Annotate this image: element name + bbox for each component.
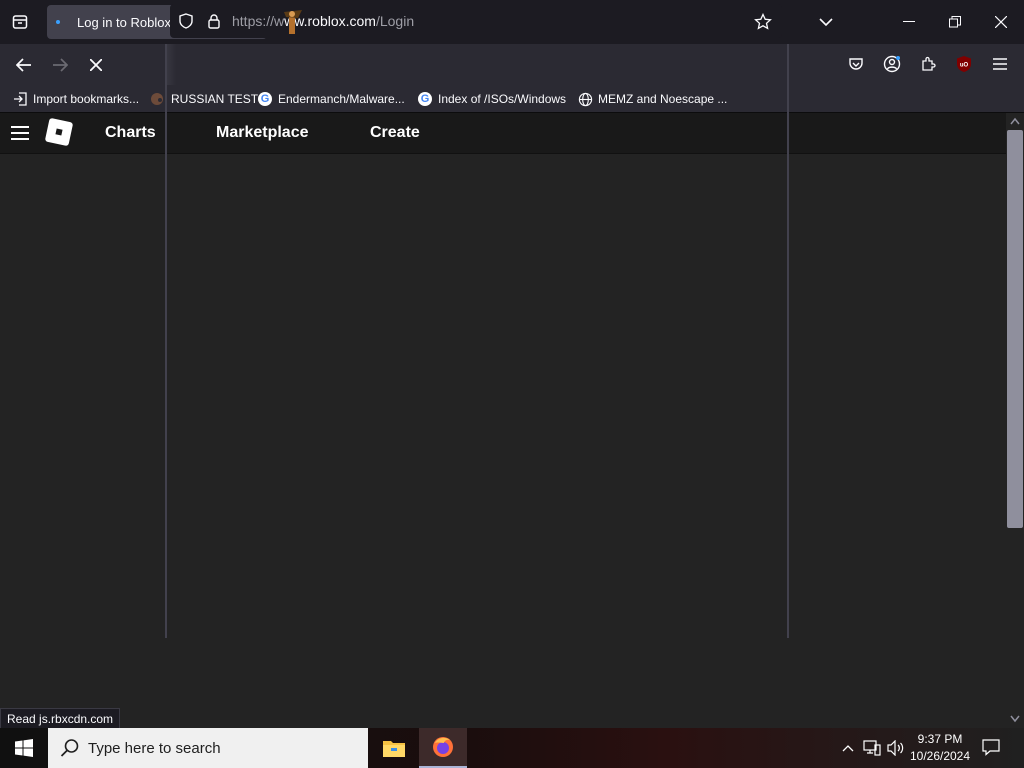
search-icon — [60, 738, 80, 758]
svg-text:uO: uO — [960, 63, 969, 69]
navigation-toolbar — [0, 44, 1024, 85]
ublock-origin-icon[interactable]: uO — [954, 54, 974, 74]
firefox-taskbar-icon[interactable] — [419, 728, 467, 768]
nav-charts[interactable]: Charts — [105, 124, 156, 142]
volume-icon[interactable] — [886, 738, 906, 758]
bookmark-import[interactable]: Import bookmarks... — [12, 90, 139, 108]
roblox-logo-icon[interactable] — [44, 117, 74, 147]
notification-center-icon[interactable] — [982, 738, 1002, 758]
page-content: Charts Marketplace Create — [0, 113, 1006, 728]
bookmark-label: Endermanch/Malware... — [278, 92, 405, 106]
chevron-down-icon[interactable] — [816, 12, 836, 32]
google-icon: G — [417, 91, 433, 107]
bookmark-memz[interactable]: MEMZ and Noescape ... — [577, 90, 727, 108]
bookmark-label: Index of /ISOs/Windows — [438, 92, 567, 106]
back-arrow-icon[interactable] — [10, 51, 38, 79]
bookmark-label: Import bookmarks... — [33, 92, 140, 106]
google-icon: G — [257, 91, 273, 107]
status-text: Read js.rbxcdn.com — [0, 708, 121, 730]
taskbar-search-input[interactable]: Type here to search — [48, 728, 368, 768]
extensions-puzzle-icon[interactable] — [918, 54, 938, 74]
bookmark-label: RUSSIAN TEST — [171, 92, 259, 106]
restore-icon[interactable] — [932, 8, 978, 36]
scroll-up-icon[interactable] — [1009, 116, 1021, 126]
windows-start-icon[interactable] — [0, 728, 48, 768]
bookmark-star-icon[interactable] — [754, 13, 772, 31]
scroll-down-icon[interactable] — [1009, 714, 1021, 724]
list-all-tabs-icon[interactable] — [8, 10, 32, 34]
network-icon[interactable] — [862, 738, 882, 758]
url-text[interactable]: https://www.roblox.com/Login — [232, 13, 414, 29]
forward-arrow-icon[interactable] — [46, 51, 74, 79]
shield-icon[interactable] — [178, 13, 194, 29]
bookmark-label: MEMZ and Noescape ... — [598, 92, 728, 106]
bookmark-russian-test[interactable]: RUSSIAN TEST — [150, 90, 258, 108]
cursor-sprite-icon — [280, 8, 306, 36]
scrollbar-thumb[interactable] — [1007, 130, 1023, 528]
globe-icon — [577, 91, 593, 107]
roblox-header: Charts Marketplace Create — [0, 113, 1006, 154]
nav-create[interactable]: Create — [370, 124, 420, 142]
url-path: /Login — [375, 13, 415, 29]
file-explorer-icon[interactable] — [370, 728, 418, 768]
stop-loading-icon[interactable] — [82, 51, 110, 79]
clock-time: 9:37 PM — [917, 732, 963, 746]
url-prefix: https:// — [232, 13, 275, 29]
import-icon — [12, 91, 28, 107]
lock-icon[interactable] — [206, 13, 222, 29]
pig-icon — [150, 91, 166, 107]
roblox-menu-icon[interactable] — [10, 123, 30, 143]
loading-favicon-icon — [56, 20, 60, 24]
clock-date: 10/26/2024 — [909, 749, 971, 763]
windows-taskbar: Type here to search 9:37 PM 10/26/2024 — [0, 728, 1024, 768]
url-bar[interactable]: https://www.roblox.com/Login — [170, 4, 782, 38]
tab-title: Log in to Roblox — [77, 15, 171, 30]
hamburger-menu-icon[interactable] — [990, 54, 1010, 74]
bookmark-endermanch[interactable]: G Endermanch/Malware... — [257, 90, 405, 108]
show-hidden-icons-chevron-icon[interactable] — [838, 738, 858, 758]
pocket-icon[interactable] — [846, 54, 866, 74]
search-placeholder: Type here to search — [88, 739, 221, 757]
taskbar-clock[interactable]: 9:37 PM 10/26/2024 — [906, 731, 974, 765]
nav-marketplace[interactable]: Marketplace — [216, 124, 309, 142]
account-icon[interactable] — [882, 54, 902, 74]
minimize-icon[interactable] — [886, 8, 932, 36]
bookmarks-toolbar: Import bookmarks... RUSSIAN TEST G Ender… — [0, 85, 1024, 113]
bookmark-isos[interactable]: G Index of /ISOs/Windows — [417, 90, 566, 108]
close-window-icon[interactable] — [978, 8, 1024, 36]
